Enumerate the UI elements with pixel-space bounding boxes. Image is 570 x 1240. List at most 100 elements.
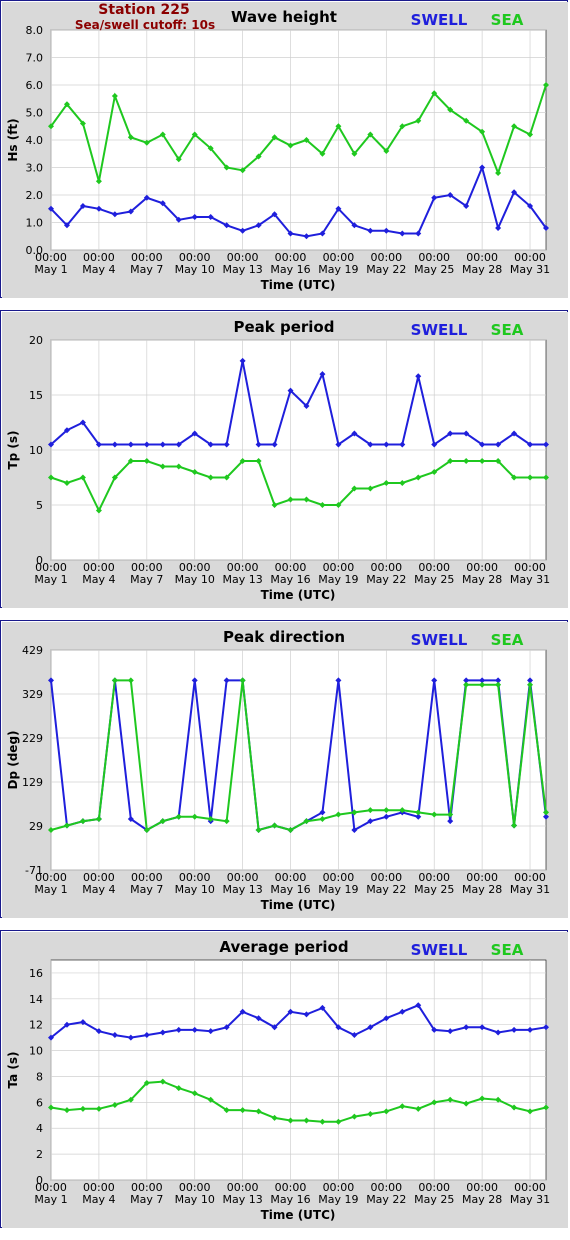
plot-area (50, 649, 547, 871)
y-tick-label: 12 (29, 1019, 43, 1032)
y-axis-label: Tp (s) (6, 430, 20, 469)
y-tick-label: 15 (29, 389, 43, 402)
chart-title: Peak period (234, 318, 335, 336)
x-tick-date: May 1 (34, 1193, 67, 1206)
x-tick-date: May 25 (414, 263, 454, 276)
y-tick-label: 4 (36, 1122, 43, 1135)
x-tick-date: May 16 (270, 263, 310, 276)
x-tick-date: May 28 (462, 573, 502, 586)
average-period-panel: Average period SWELL SEA 0 2 4 6 8 10 12 14 16 00:00… (0, 930, 568, 1228)
chart-title: Peak direction (223, 628, 345, 646)
x-tick-date: May 13 (222, 263, 262, 276)
y-tick-label: 5.0 (26, 107, 44, 120)
x-tick-date: May 1 (34, 263, 67, 276)
y-tick-label: 2 (36, 1148, 43, 1161)
y-tick-label: 2.0 (26, 189, 44, 202)
x-axis-label: Time (UTC) (261, 588, 336, 602)
x-tick-date: May 22 (366, 1193, 406, 1206)
chart-title: Wave height (231, 8, 337, 26)
chart-title: Average period (219, 938, 348, 956)
x-axis-label: Time (UTC) (261, 898, 336, 912)
x-tick-date: May 10 (175, 263, 215, 276)
x-tick-date: May 19 (318, 1193, 358, 1206)
legend-sea: SEA (491, 11, 524, 29)
y-tick-label: 14 (29, 993, 43, 1006)
y-axis-label: Ta (s) (6, 1051, 20, 1088)
x-tick-date: May 28 (462, 1193, 502, 1206)
y-axis-label: Dp (deg) (6, 730, 20, 789)
wave-height-chart: Wave height SWELL SEA0.01.02.03.04.05.06.0… (2, 2, 568, 298)
legend-swell: SWELL (411, 321, 468, 339)
x-tick-date: May 7 (130, 883, 163, 896)
x-tick-date: May 19 (318, 573, 358, 586)
x-tick-date: May 28 (462, 263, 502, 276)
x-tick-date: May 25 (414, 573, 454, 586)
y-tick-label: 229 (22, 732, 43, 745)
y-tick-label: 6 (36, 1096, 43, 1109)
y-tick-label: 10 (29, 444, 43, 457)
x-tick-date: May 13 (222, 883, 262, 896)
x-tick-date: May 16 (270, 1193, 310, 1206)
x-tick-date: May 7 (130, 1193, 163, 1206)
x-tick-date: May 31 (510, 573, 550, 586)
y-tick-label: 1.0 (26, 217, 44, 230)
y-tick-label: 4.0 (26, 134, 44, 147)
x-tick-date: May 22 (366, 263, 406, 276)
y-tick-label: 129 (22, 776, 43, 789)
legend-sea: SEA (491, 321, 524, 339)
x-tick-date: May 10 (175, 573, 215, 586)
x-tick-date: May 10 (175, 883, 215, 896)
x-axis-label: Time (UTC) (261, 278, 336, 292)
x-tick-date: May 10 (175, 1193, 215, 1206)
x-tick-date: May 22 (366, 573, 406, 586)
x-tick-date: May 25 (414, 1193, 454, 1206)
peak-period-panel: Peak period SWELL SEA 0 5 10 15 20 00:00 May 1 00:… (0, 310, 568, 608)
y-tick-label: 8 (36, 1070, 43, 1083)
x-tick-date: May 4 (82, 573, 115, 586)
y-tick-label: 429 (22, 644, 43, 657)
cutoff-label: Sea/swell cutoff: 10s (74, 18, 216, 32)
x-tick-date: May 1 (34, 573, 67, 586)
x-tick-date: May 31 (510, 883, 550, 896)
x-tick-date: May 31 (510, 1193, 550, 1206)
legend-sea: SEA (491, 631, 524, 649)
y-tick-label: 29 (29, 820, 43, 833)
y-tick-label: 8.0 (26, 24, 44, 37)
x-tick-date: May 16 (270, 883, 310, 896)
legend-sea: SEA (491, 941, 524, 959)
y-tick-label: 20 (29, 334, 43, 347)
y-tick-label: 5 (36, 499, 43, 512)
legend-swell: SWELL (411, 941, 468, 959)
x-tick-date: May 19 (318, 883, 358, 896)
x-tick-date: May 19 (318, 263, 358, 276)
y-axis-label: Hs (ft) (6, 118, 20, 161)
y-tick-label: 329 (22, 688, 43, 701)
x-tick-date: May 4 (82, 883, 115, 896)
station-label: Station 225 (98, 2, 190, 18)
x-tick-date: May 13 (222, 573, 262, 586)
average-period-chart: Average period SWELL SEA024681012141600:00… (2, 932, 568, 1228)
x-tick-date: May 1 (34, 883, 67, 896)
x-tick-date: May 4 (82, 1193, 115, 1206)
x-tick-date: May 13 (222, 1193, 262, 1206)
y-tick-label: 7.0 (26, 52, 44, 65)
x-tick-date: May 28 (462, 883, 502, 896)
wave-height-panel: Wave height SWELL SEA 0.0 1.0 2.0 3.0 4.0 5.0 6.0… (0, 0, 568, 298)
y-tick-label: 10 (29, 1045, 43, 1058)
x-tick-date: May 25 (414, 883, 454, 896)
x-tick-date: May 22 (366, 883, 406, 896)
x-tick-date: May 16 (270, 573, 310, 586)
x-tick-date: May 7 (130, 263, 163, 276)
y-tick-label: 16 (29, 967, 43, 980)
peak-period-chart: Peak period SWELL SEA0510152000:00May 100:… (2, 312, 568, 608)
legend-swell: SWELL (411, 631, 468, 649)
x-tick-date: May 31 (510, 263, 550, 276)
plot-area (50, 959, 547, 1181)
peak-direction-chart: Peak direction SWELL SEA-71291292293294290… (2, 622, 568, 918)
y-tick-label: 6.0 (26, 79, 44, 92)
peak-direction-panel: Peak direction SWELL SEA -71 29 129 229 329 429 0… (0, 620, 568, 918)
x-axis-label: Time (UTC) (261, 1208, 336, 1222)
x-tick-date: May 4 (82, 263, 115, 276)
x-tick-date: May 7 (130, 573, 163, 586)
legend-swell: SWELL (411, 11, 468, 29)
